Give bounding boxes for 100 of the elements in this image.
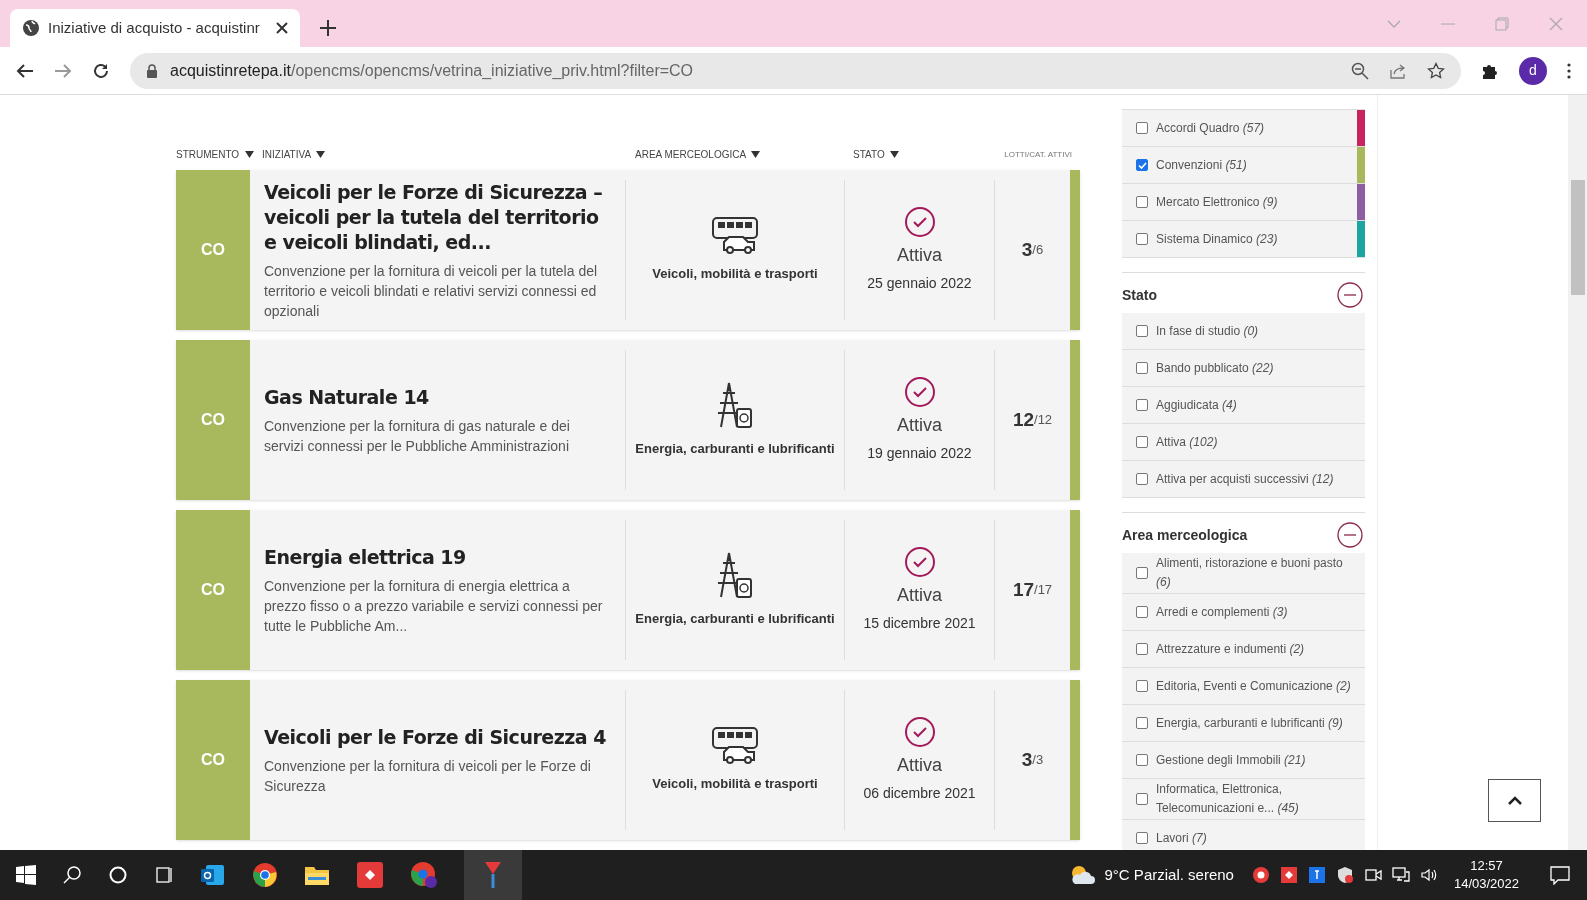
url-text: acquistinretepa.it/opencms/opencms/vetrina_iniziative_priv.html?filter=CO [170, 60, 694, 81]
table-row[interactable] [176, 170, 1080, 330]
column-header: LOTTI/CAT. ATTIVI [1003, 148, 1073, 161]
filter-option[interactable]: Arredi e complementi (3) [1122, 594, 1365, 631]
checkbox[interactable] [1136, 159, 1148, 171]
checkbox[interactable] [1136, 399, 1148, 411]
tray-app-icon[interactable] [1307, 866, 1326, 884]
sort-arrow-icon[interactable] [316, 151, 326, 158]
filter-option[interactable]: Sistema Dinamico (23) [1122, 221, 1365, 258]
checkbox[interactable] [1136, 680, 1148, 692]
filter-option[interactable]: Aggiudicata (4) [1122, 387, 1365, 424]
speaker-icon[interactable] [1419, 866, 1438, 884]
weather-text: 9°C Parzial. sereno [1104, 864, 1234, 885]
lots-count: 17/17 [1011, 577, 1054, 602]
browser-tab[interactable]: Iniziative di acquisto - acquistinr [10, 9, 300, 47]
diamond-app-icon[interactable] [356, 861, 384, 889]
windows-logo-icon[interactable] [16, 865, 36, 885]
checkbox[interactable] [1136, 793, 1148, 805]
more-menu-icon[interactable] [1567, 62, 1571, 79]
check-circle-icon [903, 716, 936, 748]
initiative-title[interactable]: Gas Naturale 14 [264, 384, 611, 410]
collapse-minus-icon[interactable] [1337, 282, 1363, 308]
tray-app-icon[interactable] [1251, 866, 1270, 884]
filter-option[interactable]: Alimenti, ristorazione e buoni pasto (6) [1122, 553, 1365, 594]
checkbox[interactable] [1136, 643, 1148, 655]
filter-option[interactable]: Gestione degli Immobili (21) [1122, 742, 1365, 779]
checkbox[interactable] [1136, 473, 1148, 485]
pinned-app-button[interactable] [464, 850, 522, 900]
close-icon[interactable] [276, 22, 288, 34]
category-label: Veicoli, mobilità e trasporti [652, 775, 818, 794]
filter-option[interactable]: Attiva (102) [1122, 424, 1365, 461]
table-row[interactable]: CO Gas Naturale 14 Convenzione per la fornitura di gas naturale e dei servizi connessi per le Pubbliche Amministrazioni Energia, carburanti e lubrificanti Attiva 19 gennaio 2022 12/12 [176, 340, 1080, 500]
column-header[interactable]: AREA MERCEOLOGICA [625, 147, 845, 162]
zoom-out-icon[interactable] [1351, 61, 1369, 80]
initiative-title[interactable]: Veicoli per le Forze di Sicurezza – veicoli per la tutela del territorio e veicoli blindati, ed... [264, 179, 611, 255]
search-icon[interactable] [62, 865, 82, 885]
filter-option[interactable]: Lavori (7) [1122, 820, 1365, 850]
address-field[interactable]: acquistinretepa.it/opencms/opencms/vetrina_iniziative_priv.html?filter=CO [130, 52, 1461, 89]
folder-icon[interactable] [304, 864, 330, 886]
filter-option[interactable]: Editoria, Eventi e Comunicazione (2) [1122, 668, 1365, 705]
browser-icon[interactable] [252, 862, 278, 888]
table-row[interactable] [176, 510, 1080, 670]
initiative-description: Convenzione per la fornitura di gas naturale e dei servizi connessi per le Pubbliche Amministrazioni [264, 416, 571, 456]
notification-icon[interactable] [1549, 865, 1571, 885]
sort-arrow-icon[interactable] [244, 151, 254, 158]
initiative-title[interactable]: Energia elettrica 19 [264, 544, 611, 570]
initiative-title[interactable]: Veicoli per le Forze di Sicurezza 4 [264, 724, 611, 750]
network-icon[interactable] [1391, 866, 1410, 884]
reload-icon[interactable] [92, 61, 110, 80]
column-header[interactable]: INIZIATIVA [250, 147, 625, 162]
check-circle-icon [903, 376, 936, 408]
checkbox[interactable] [1136, 567, 1148, 579]
scrollbar[interactable] [1568, 95, 1587, 850]
status-label: Attiva [897, 754, 942, 777]
filter-option[interactable]: Energia, carburanti e lubrificanti (9) [1122, 705, 1365, 742]
tool-code: CO [176, 680, 250, 840]
filter-option[interactable]: In fase di studio (0) [1122, 313, 1365, 350]
back-arrow-icon[interactable] [16, 62, 34, 79]
forward-arrow-icon[interactable] [54, 62, 72, 79]
profile-avatar[interactable]: d [1519, 56, 1547, 85]
tool-code: CO [176, 510, 250, 670]
filter-option[interactable]: Accordi Quadro (57) [1122, 110, 1365, 147]
sort-arrow-icon[interactable] [751, 151, 761, 158]
checkbox[interactable] [1136, 325, 1148, 337]
tool-code: CO [176, 170, 250, 330]
collapse-minus-icon[interactable] [1337, 522, 1363, 548]
task-view-icon[interactable] [154, 865, 174, 885]
checkbox[interactable] [1136, 754, 1148, 766]
column-header[interactable]: STRUMENTO [176, 147, 250, 162]
lots-count: 3/6 [1020, 237, 1045, 262]
checkbox[interactable] [1136, 717, 1148, 729]
checkbox[interactable] [1136, 233, 1148, 245]
sort-arrow-icon[interactable] [890, 151, 900, 158]
chevron-up-icon [1507, 796, 1522, 805]
table-row[interactable]: CO Veicoli per le Forze di Sicurezza 4 Convenzione per la fornitura di veicoli per le Forze di Sicurezza Veicoli, mobilità e trasporti Attiva 06 dicembre 2021 3/3 [176, 680, 1080, 840]
column-header[interactable]: STATO [845, 147, 995, 162]
filter-option[interactable]: Convenzioni (51) [1122, 147, 1365, 184]
status-date: 19 gennaio 2022 [867, 444, 972, 463]
filter-option[interactable]: Attrezzature e indumenti (2) [1122, 631, 1365, 668]
checkbox[interactable] [1136, 436, 1148, 448]
checkbox[interactable] [1136, 196, 1148, 208]
star-icon[interactable] [1427, 61, 1445, 80]
checkbox[interactable] [1136, 362, 1148, 374]
filter-option[interactable]: Informatica, Elettronica, Telecomunicazioni e... (45) [1122, 779, 1365, 820]
filter-option[interactable]: Attiva per acquisti successivi (12) [1122, 461, 1365, 498]
browser-profile-icon[interactable] [410, 861, 438, 889]
initiative-description: Convenzione per la fornitura di veicoli per la tutela del territorio e veicoli blindati e relativi servizi connessi ed opzionali [264, 261, 599, 321]
checkbox[interactable] [1136, 606, 1148, 618]
filter-option[interactable]: Bando pubblicato (22) [1122, 350, 1365, 387]
circle-icon[interactable] [108, 865, 128, 885]
back-to-top-button[interactable] [1488, 779, 1541, 822]
mail-app-icon[interactable] [200, 863, 226, 887]
plus-icon[interactable] [320, 20, 336, 36]
filter-option[interactable]: Mercato Elettronico (9) [1122, 184, 1365, 221]
tray-app-icon[interactable] [1279, 866, 1298, 884]
checkbox[interactable] [1136, 832, 1148, 844]
tool-code: CO [176, 340, 250, 500]
shield-icon[interactable] [1335, 866, 1354, 884]
checkbox[interactable] [1136, 122, 1148, 134]
meeting-icon[interactable] [1363, 866, 1382, 884]
